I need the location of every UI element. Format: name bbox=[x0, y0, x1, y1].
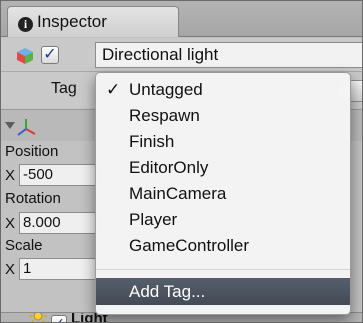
menu-item-maincamera[interactable]: MainCamera bbox=[96, 181, 350, 206]
scale-x-field[interactable]: 1 bbox=[19, 258, 99, 280]
sun-icon bbox=[29, 313, 47, 322]
menu-item-label: EditorOnly bbox=[129, 158, 209, 177]
position-x-label: X bbox=[5, 167, 16, 184]
menu-separator bbox=[96, 269, 350, 270]
scale-x-label: X bbox=[5, 261, 16, 278]
rotation-x-label: X bbox=[5, 215, 16, 232]
menu-item-label: Untagged bbox=[129, 80, 203, 99]
rotation-x-field[interactable]: 8.000 bbox=[19, 212, 99, 234]
menu-item-label: Finish bbox=[129, 132, 175, 151]
game-object-cube-icon bbox=[17, 48, 33, 64]
active-checkbox[interactable]: ✓ bbox=[41, 46, 59, 64]
object-name-field[interactable]: Directional light bbox=[95, 42, 362, 68]
tab-inspector[interactable]: i Inspector bbox=[7, 6, 179, 37]
light-enabled-checkbox[interactable]: ✓ bbox=[51, 315, 67, 322]
menu-item-label: Add Tag... bbox=[129, 282, 206, 301]
menu-item-label: MainCamera bbox=[129, 184, 227, 203]
checkmark-icon: ✓ bbox=[106, 80, 121, 99]
menu-item-respawn[interactable]: Respawn bbox=[96, 103, 350, 128]
foldout-arrow-icon[interactable] bbox=[5, 122, 15, 129]
tag-label: Tag bbox=[51, 80, 77, 97]
inspector-window: i Inspector ✓ Directional light Tag Posit… bbox=[0, 0, 363, 323]
scale-label: Scale bbox=[5, 237, 43, 254]
menu-item-finish[interactable]: Finish bbox=[96, 129, 350, 154]
menu-item-label: GameController bbox=[129, 236, 249, 255]
menu-item-label: Player bbox=[129, 210, 178, 229]
transform-axes-icon bbox=[17, 119, 36, 136]
menu-item-label: Respawn bbox=[129, 106, 200, 125]
menu-item-gamecontroller[interactable]: GameController bbox=[96, 233, 350, 258]
info-icon: i bbox=[18, 17, 33, 32]
menu-item-untagged[interactable]: ✓ Untagged bbox=[96, 77, 350, 102]
position-x-field[interactable]: -500 bbox=[19, 164, 99, 186]
menu-item-editoronly[interactable]: EditorOnly bbox=[96, 155, 350, 180]
tab-label: Inspector bbox=[37, 12, 107, 31]
menu-item-player[interactable]: Player bbox=[96, 207, 350, 232]
rotation-label: Rotation bbox=[5, 190, 61, 207]
position-label: Position bbox=[5, 143, 59, 160]
tag-dropdown-menu: ✓ Untagged Respawn Finish EditorOnly Mai… bbox=[95, 72, 351, 315]
tab-bar: i Inspector bbox=[1, 1, 362, 37]
object-header: ✓ Directional light bbox=[1, 38, 362, 72]
menu-item-add-tag[interactable]: Add Tag... bbox=[96, 278, 350, 305]
